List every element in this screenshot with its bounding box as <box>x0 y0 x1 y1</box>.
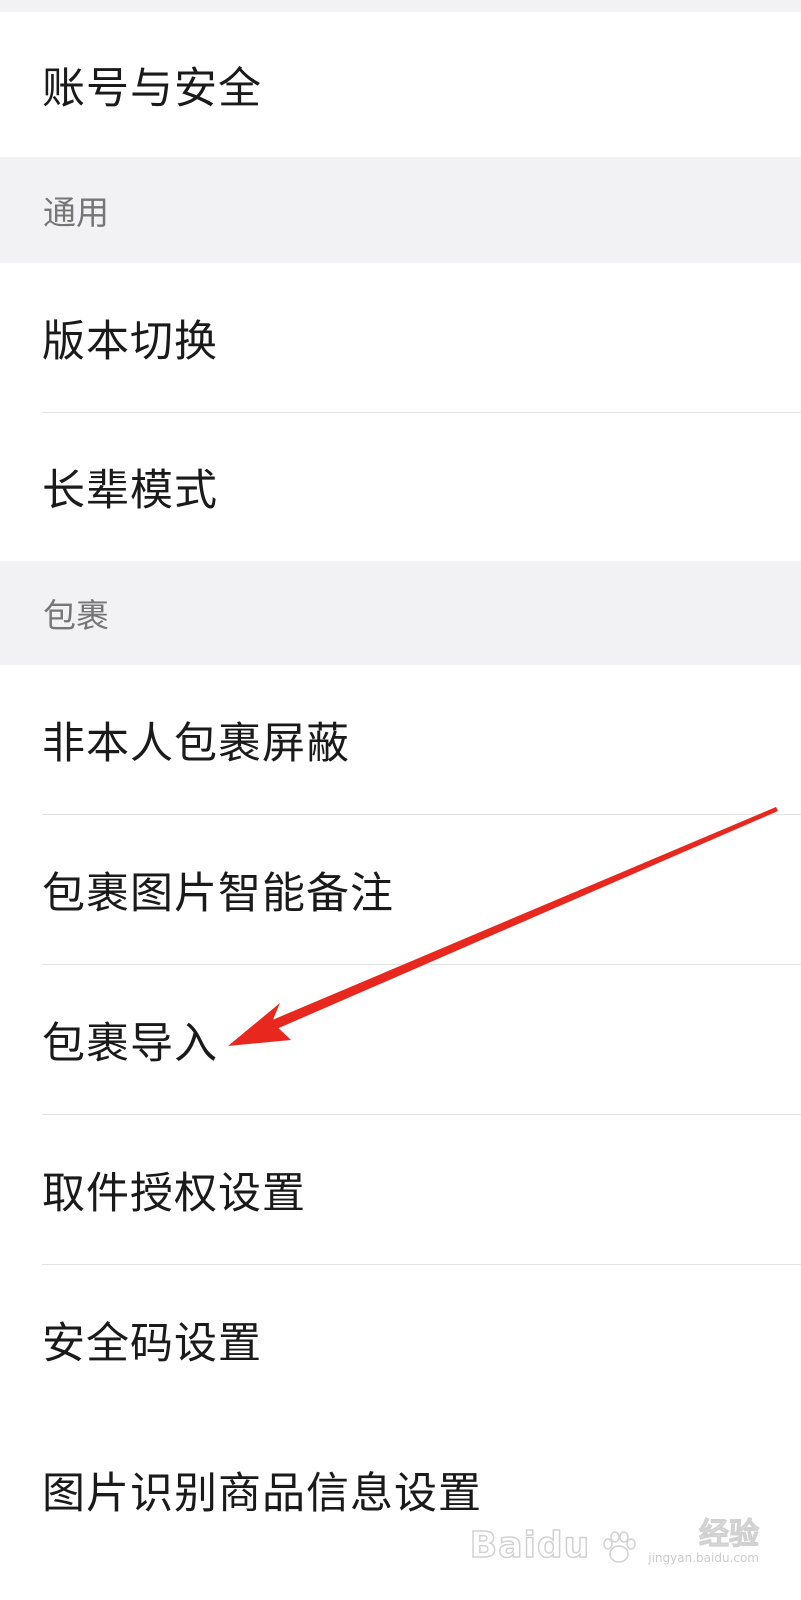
settings-item-account-security[interactable]: 账号与安全 <box>0 12 801 157</box>
settings-item-label: 安全码设置 <box>42 1319 262 1369</box>
settings-item-pickup-authorization[interactable]: 取件授权设置 <box>0 1115 801 1265</box>
settings-item-block-others-packages[interactable]: 非本人包裹屏蔽 <box>0 665 801 815</box>
baidu-logo: Baidu <box>469 1525 591 1566</box>
watermark-url: jingyan.baidu.com <box>648 1551 759 1565</box>
section-header-package: 包裹 <box>0 561 801 665</box>
section-header-general: 通用 <box>0 157 801 263</box>
package-group: 非本人包裹屏蔽 包裹图片智能备注 包裹导入 取件授权设置 安全码设置 图片识别商… <box>0 665 801 1600</box>
settings-item-label: 图片识别商品信息设置 <box>42 1469 482 1519</box>
settings-item-label: 长辈模式 <box>42 466 218 516</box>
watermark-text: 经验 jingyan.baidu.com <box>648 1517 760 1565</box>
settings-screen: 账号与安全 通用 版本切换 长辈模式 包裹 非本人包裹屏蔽 包裹图片智能备注 包… <box>0 0 801 1600</box>
settings-item-security-code[interactable]: 安全码设置 <box>0 1265 801 1415</box>
settings-item-label: 非本人包裹屏蔽 <box>42 719 350 769</box>
settings-item-package-photo-smart-note[interactable]: 包裹图片智能备注 <box>0 815 801 965</box>
settings-item-label: 版本切换 <box>42 317 218 367</box>
section-header-label: 通用 <box>43 193 109 232</box>
settings-item-label: 取件授权设置 <box>42 1169 306 1219</box>
settings-item-version-switch[interactable]: 版本切换 <box>0 263 801 413</box>
settings-item-label: 包裹导入 <box>42 1019 218 1069</box>
settings-item-elder-mode[interactable]: 长辈模式 <box>0 413 801 561</box>
general-group: 版本切换 长辈模式 <box>0 263 801 561</box>
paw-icon <box>603 1531 636 1563</box>
baidu-jingyan-watermark: Baidu 经验 jingyan.baidu.com <box>469 1517 760 1566</box>
settings-item-package-import[interactable]: 包裹导入 <box>0 965 801 1115</box>
section-header-label: 包裹 <box>43 596 109 635</box>
settings-item-label: 账号与安全 <box>42 63 262 114</box>
account-group: 账号与安全 <box>0 12 801 157</box>
watermark-title: 经验 <box>699 1517 760 1552</box>
settings-item-label: 包裹图片智能备注 <box>42 869 394 919</box>
